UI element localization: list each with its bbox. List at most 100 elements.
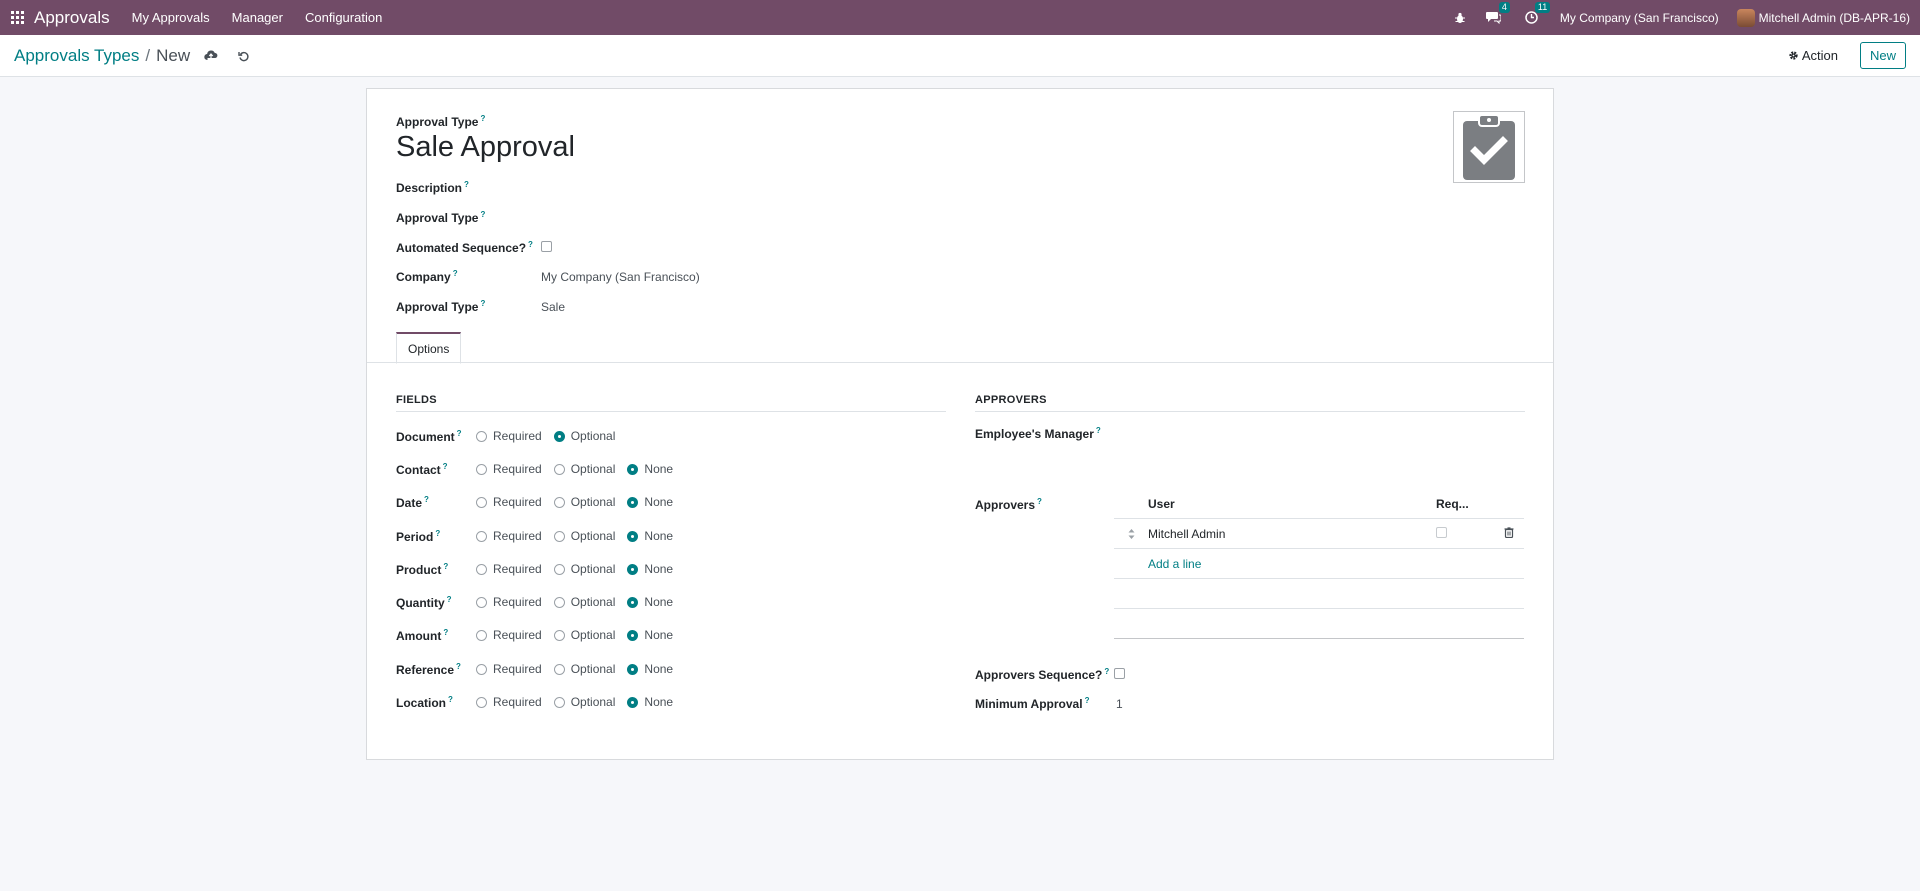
new-button[interactable]: New (1859, 42, 1906, 69)
minimum-approval-field[interactable]: 1 (1116, 697, 1123, 711)
radio-button[interactable] (476, 530, 487, 542)
radio-none[interactable]: None (627, 662, 673, 676)
radio-required[interactable]: Required (476, 562, 542, 576)
radio-required[interactable]: Required (476, 429, 542, 443)
radio-button[interactable] (553, 696, 565, 708)
automated-sequence-checkbox[interactable] (541, 241, 552, 252)
help-tooltip-icon[interactable]: ? (464, 180, 469, 189)
radio-button[interactable] (476, 696, 487, 708)
discard-undo-icon[interactable] (238, 50, 250, 62)
company-field[interactable]: My Company (San Francisco) (541, 270, 700, 284)
user-menu[interactable]: Mitchell Admin (DB-APR-16) (1759, 11, 1910, 25)
help-tooltip-icon[interactable]: ? (528, 240, 533, 249)
action-menu-button[interactable]: Action (1788, 48, 1838, 63)
radio-button[interactable] (476, 430, 487, 442)
radio-required[interactable]: Required (476, 495, 542, 509)
menu-manager[interactable]: Manager (232, 10, 283, 25)
radio-optional[interactable]: Optional (553, 662, 615, 676)
messages-icon[interactable]: 4 (1485, 2, 1510, 24)
save-cloud-icon[interactable] (204, 50, 218, 61)
help-tooltip-icon[interactable]: ? (443, 628, 448, 637)
radio-button[interactable] (476, 596, 487, 608)
radio-button[interactable] (476, 463, 487, 475)
help-tooltip-icon[interactable]: ? (443, 462, 448, 471)
radio-none[interactable]: None (627, 462, 673, 476)
radio-button[interactable] (553, 463, 565, 475)
radio-button[interactable] (553, 563, 565, 575)
help-tooltip-icon[interactable]: ? (457, 429, 462, 438)
radio-button[interactable] (627, 530, 639, 542)
help-tooltip-icon[interactable]: ? (480, 210, 485, 219)
radio-button[interactable] (553, 596, 565, 608)
breadcrumb-parent[interactable]: Approvals Types (14, 46, 139, 66)
radio-button[interactable] (627, 496, 639, 508)
help-tooltip-icon[interactable]: ? (447, 595, 452, 604)
activities-clock-icon[interactable]: 11 (1525, 2, 1551, 24)
user-avatar[interactable] (1736, 8, 1755, 27)
radio-optional[interactable]: Optional (553, 529, 615, 543)
radio-required[interactable]: Required (476, 529, 542, 543)
radio-button[interactable] (553, 629, 565, 641)
radio-required[interactable]: Required (476, 662, 542, 676)
radio-button[interactable] (627, 629, 639, 641)
help-tooltip-icon[interactable]: ? (1096, 426, 1101, 435)
radio-button[interactable] (553, 530, 565, 542)
help-tooltip-icon[interactable]: ? (1104, 667, 1109, 676)
radio-button[interactable] (627, 696, 639, 708)
company-switcher[interactable]: My Company (San Francisco) (1560, 11, 1719, 25)
radio-none[interactable]: None (627, 495, 673, 509)
radio-optional[interactable]: Optional (553, 695, 615, 709)
add-a-line-link[interactable]: Add a line (1114, 549, 1524, 579)
approvers-sequence-checkbox[interactable] (1114, 668, 1125, 679)
help-tooltip-icon[interactable]: ? (480, 299, 485, 308)
help-tooltip-icon[interactable]: ? (424, 495, 429, 504)
radio-button[interactable] (627, 563, 639, 575)
radio-none[interactable]: None (627, 628, 673, 642)
radio-optional[interactable]: Optional (553, 595, 615, 609)
radio-button[interactable] (476, 663, 487, 675)
help-tooltip-icon[interactable]: ? (1085, 696, 1090, 705)
radio-button[interactable] (553, 663, 565, 675)
radio-none[interactable]: None (627, 529, 673, 543)
radio-required[interactable]: Required (476, 695, 542, 709)
help-tooltip-icon[interactable]: ? (1037, 497, 1042, 506)
help-tooltip-icon[interactable]: ? (456, 662, 461, 671)
radio-required[interactable]: Required (476, 462, 542, 476)
tab-options[interactable]: Options (396, 332, 462, 364)
help-tooltip-icon[interactable]: ? (453, 269, 458, 278)
radio-none[interactable]: None (627, 695, 673, 709)
radio-button[interactable] (476, 496, 487, 508)
radio-button[interactable] (627, 663, 639, 675)
radio-button[interactable] (627, 463, 639, 475)
radio-optional[interactable]: Optional (553, 429, 615, 443)
radio-button[interactable] (553, 430, 565, 442)
radio-none[interactable]: None (627, 595, 673, 609)
help-tooltip-icon[interactable]: ? (480, 114, 485, 123)
approval-type-image[interactable] (1453, 111, 1525, 183)
radio-optional[interactable]: Optional (553, 562, 615, 576)
radio-button[interactable] (627, 596, 639, 608)
app-brand[interactable]: Approvals (34, 8, 110, 28)
column-header-required[interactable]: Req... (1436, 497, 1469, 511)
drag-handle-icon[interactable] (1114, 528, 1148, 539)
radio-button[interactable] (553, 496, 565, 508)
approver-required-checkbox[interactable] (1436, 526, 1447, 538)
radio-optional[interactable]: Optional (553, 462, 615, 476)
menu-configuration[interactable]: Configuration (305, 10, 382, 25)
apps-menu-icon[interactable] (0, 0, 34, 35)
trash-icon[interactable] (1504, 526, 1514, 541)
approver-user-cell[interactable]: Mitchell Admin (1148, 527, 1436, 541)
radio-optional[interactable]: Optional (553, 495, 615, 509)
approval-category-field[interactable]: Sale (541, 300, 565, 314)
record-title[interactable]: Sale Approval (396, 131, 575, 164)
help-tooltip-icon[interactable]: ? (443, 562, 448, 571)
radio-required[interactable]: Required (476, 595, 542, 609)
radio-optional[interactable]: Optional (553, 628, 615, 642)
column-header-user[interactable]: User (1114, 497, 1436, 511)
radio-button[interactable] (476, 629, 487, 641)
menu-my-approvals[interactable]: My Approvals (132, 10, 210, 25)
help-tooltip-icon[interactable]: ? (435, 529, 440, 538)
table-row[interactable]: Mitchell Admin (1114, 519, 1524, 549)
bug-icon[interactable] (1454, 12, 1466, 24)
radio-required[interactable]: Required (476, 628, 542, 642)
